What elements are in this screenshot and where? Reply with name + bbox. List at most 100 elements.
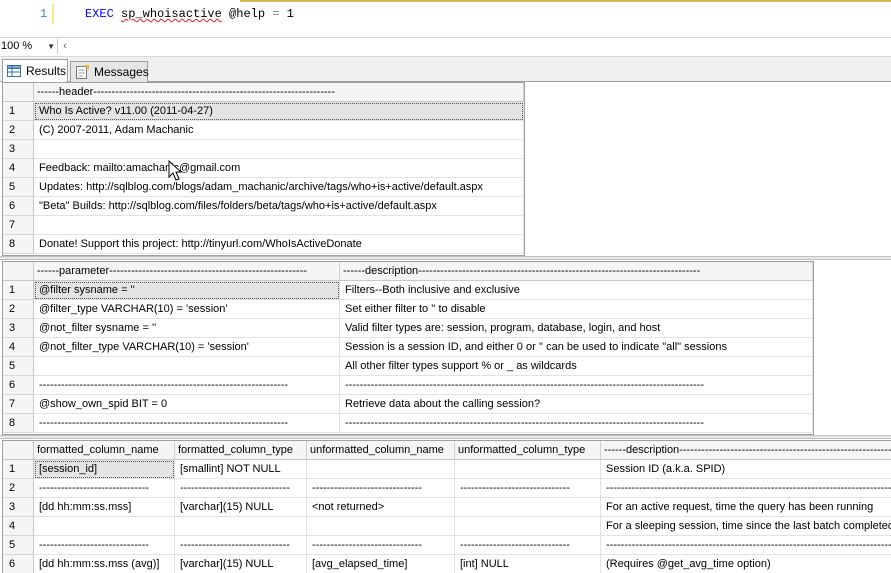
row-number[interactable]: 6 <box>3 197 34 216</box>
grid-cell[interactable]: [varchar](15) NULL <box>175 555 307 573</box>
grid-cell[interactable]: (C) 2007-2011, Adam Machanic <box>34 121 524 140</box>
grid-cell[interactable]: Set either filter to '' to disable <box>340 300 813 319</box>
grid-cell[interactable]: Who Is Active? v11.00 (2011-04-27) <box>34 102 524 121</box>
row-number[interactable]: 4 <box>3 338 34 357</box>
grid-cell[interactable]: Filters--Both inclusive and exclusive <box>340 281 813 300</box>
row-number[interactable]: 1 <box>3 102 34 121</box>
row-number[interactable]: 6 <box>3 555 34 573</box>
results-grid-parameters[interactable]: ------parameter-------------------------… <box>2 261 814 435</box>
row-number[interactable]: 3 <box>3 498 34 517</box>
grid-cell[interactable]: @not_filter_type VARCHAR(10) = 'session' <box>34 338 340 357</box>
grid-cell[interactable] <box>307 517 455 536</box>
grid-cell[interactable]: ------------------------------ <box>34 479 175 498</box>
grid-cell[interactable] <box>307 460 455 479</box>
grid-cell[interactable]: @show_own_spid BIT = 0 <box>34 395 340 414</box>
column-header[interactable]: unformatted_column_name <box>307 441 455 460</box>
row-number[interactable]: 5 <box>3 357 34 376</box>
grid-cell[interactable]: Valid filter types are: session, program… <box>340 319 813 338</box>
grid-cell[interactable] <box>175 517 307 536</box>
row-number[interactable]: 1 <box>3 460 34 479</box>
grid-cell[interactable]: [varchar](15) NULL <box>175 498 307 517</box>
horizontal-scrollbar[interactable] <box>72 39 891 54</box>
grid-cell[interactable]: @filter sysname = '' <box>34 281 340 300</box>
grid-cell[interactable] <box>455 517 601 536</box>
row-number[interactable]: 2 <box>3 479 34 498</box>
grid-cell[interactable]: [int] NULL <box>455 555 601 573</box>
column-header[interactable]: ------description-----------------------… <box>601 441 891 460</box>
grid-splitter[interactable] <box>0 256 891 260</box>
grid-cell[interactable]: [dd hh:mm:ss.mss (avg)] <box>34 555 175 573</box>
grid-cell[interactable]: Session is a session ID, and either 0 or… <box>340 338 813 357</box>
column-header[interactable]: unformatted_column_type <box>455 441 601 460</box>
grid-cell[interactable]: ------------------------------ <box>175 479 307 498</box>
grid-cell[interactable]: ----------------------------------------… <box>601 536 891 555</box>
zoom-bar: 100 % ▼ ‹ <box>0 37 891 57</box>
grid-cell[interactable]: ------------------------------ <box>307 479 455 498</box>
grid-cell[interactable] <box>34 140 524 159</box>
grid-cell[interactable] <box>34 357 340 376</box>
grid-cell[interactable]: ----------------------------------------… <box>601 479 891 498</box>
tab-messages-label: Messages <box>94 64 149 79</box>
grid-cell[interactable]: @filter_type VARCHAR(10) = 'session' <box>34 300 340 319</box>
equals-operator: = <box>272 7 280 21</box>
grid-cell[interactable]: [dd hh:mm:ss.mss] <box>34 498 175 517</box>
column-header[interactable]: ------header----------------------------… <box>34 83 524 102</box>
grid-cell[interactable]: ------------------------------ <box>455 536 601 555</box>
row-number[interactable]: 7 <box>3 216 34 235</box>
row-number[interactable]: 6 <box>3 376 34 395</box>
row-number[interactable]: 8 <box>3 414 34 433</box>
grid-cell[interactable]: [session_id] <box>34 460 175 479</box>
grid-splitter[interactable] <box>0 435 891 439</box>
tab-results[interactable]: Results <box>2 59 68 82</box>
row-number[interactable]: 3 <box>3 140 34 159</box>
column-header[interactable]: ------description-----------------------… <box>340 262 813 281</box>
grid-cell[interactable]: ----------------------------------------… <box>340 376 813 395</box>
grid-cell[interactable]: ------------------------------ <box>307 536 455 555</box>
grid-cell[interactable]: ----------------------------------------… <box>340 414 813 433</box>
row-number[interactable]: 1 <box>3 281 34 300</box>
column-header[interactable]: ------parameter-------------------------… <box>34 262 340 281</box>
grid-cell[interactable]: ----------------------------------------… <box>34 376 340 395</box>
grid-cell[interactable] <box>455 498 601 517</box>
grid-cell[interactable]: [avg_elapsed_time] <box>307 555 455 573</box>
grid-cell[interactable]: @not_filter sysname = '' <box>34 319 340 338</box>
grid-cell[interactable] <box>34 517 175 536</box>
grid-cell[interactable]: For an active request, time the query ha… <box>601 498 891 517</box>
grid-cell[interactable]: [smallint] NOT NULL <box>175 460 307 479</box>
grid-cell[interactable]: <not returned> <box>307 498 455 517</box>
grid-cell[interactable]: Session ID (a.k.a. SPID) <box>601 460 891 479</box>
results-grid-header[interactable]: ------header----------------------------… <box>2 82 525 256</box>
grid-cell[interactable]: ------------------------------ <box>34 536 175 555</box>
column-header[interactable]: formatted_column_name <box>34 441 175 460</box>
row-number[interactable]: 2 <box>3 300 34 319</box>
grid-cell[interactable]: Donate! Support this project: http://tin… <box>34 235 524 254</box>
row-number[interactable]: 5 <box>3 536 34 555</box>
grid-cell[interactable]: Feedback: mailto:amachanic@gmail.com <box>34 159 524 178</box>
row-number[interactable]: 4 <box>3 159 34 178</box>
tab-messages[interactable]: Messages <box>70 61 149 82</box>
grid-cell[interactable]: (Requires @get_avg_time option) <box>601 555 891 573</box>
row-number[interactable]: 5 <box>3 178 34 197</box>
row-number[interactable]: 3 <box>3 319 34 338</box>
row-number[interactable]: 8 <box>3 235 34 254</box>
results-grid-columns[interactable]: formatted_column_name formatted_column_t… <box>2 440 891 573</box>
grid-cell[interactable]: "Beta" Builds: http://sqlblog.com/files/… <box>34 197 524 216</box>
scroll-left-button[interactable]: ‹ <box>57 39 72 54</box>
row-number[interactable]: 2 <box>3 121 34 140</box>
grid-cell[interactable]: Retrieve data about the calling session? <box>340 395 813 414</box>
query-editor[interactable]: 1 EXEC sp_whoisactive @help = 1 <box>0 0 891 37</box>
grid-cell[interactable]: ------------------------------ <box>175 536 307 555</box>
grid-cell[interactable]: ----------------------------------------… <box>34 414 340 433</box>
query-text[interactable]: EXEC sp_whoisactive @help = 1 <box>85 7 294 21</box>
row-number[interactable]: 4 <box>3 517 34 536</box>
grid-cell[interactable]: ------------------------------ <box>455 479 601 498</box>
column-header[interactable]: formatted_column_type <box>175 441 307 460</box>
grid-cell[interactable]: All other filter types support % or _ as… <box>340 357 813 376</box>
grid-cell[interactable] <box>34 216 524 235</box>
zoom-dropdown[interactable]: 100 % ▼ <box>0 39 57 54</box>
row-number[interactable]: 7 <box>3 395 34 414</box>
grid-cell[interactable]: For a sleeping session, time since the l… <box>601 517 891 536</box>
tab-results-label: Results <box>26 63 67 78</box>
grid-cell[interactable] <box>455 460 601 479</box>
grid-cell[interactable]: Updates: http://sqlblog.com/blogs/adam_m… <box>34 178 524 197</box>
